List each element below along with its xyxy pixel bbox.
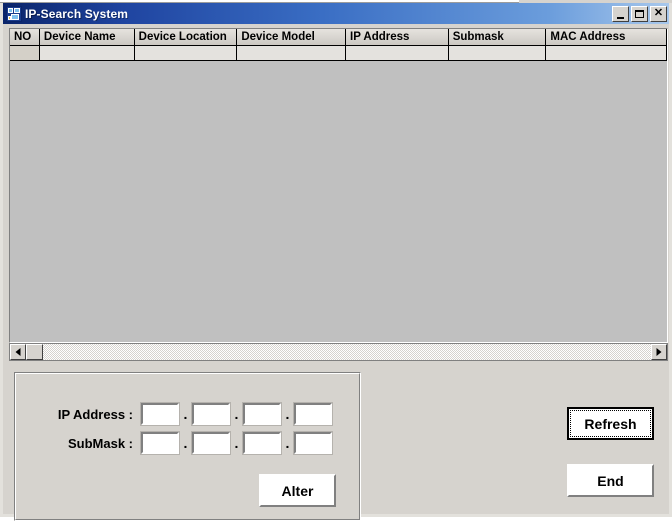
table-cell-device-location[interactable] <box>134 46 238 60</box>
end-button[interactable]: End <box>567 464 654 497</box>
submask-octet-3[interactable] <box>242 431 282 455</box>
submask-separator-1: . <box>183 435 188 451</box>
table-cell-device-name[interactable] <box>39 46 135 60</box>
table-header-cell-device-model[interactable]: Device Model <box>237 29 346 45</box>
window-title: IP-Search System <box>25 6 128 21</box>
submask-octet-2[interactable] <box>191 431 231 455</box>
table-cell-ip-address[interactable] <box>345 46 449 60</box>
ip-separator-2: . <box>234 406 239 422</box>
device-table[interactable]: NO Device Name Device Location Device Model… <box>9 28 668 343</box>
table-empty-area <box>10 61 667 325</box>
client-area: NO Device Name Device Location Device Model… <box>3 24 669 521</box>
table-row[interactable] <box>10 46 667 61</box>
ip-separator-1: . <box>183 406 188 422</box>
table-header-cell-device-location[interactable]: Device Location <box>134 29 238 45</box>
title-bar[interactable]: IP-Search System ✕ <box>3 3 669 24</box>
alter-button[interactable]: Alter <box>259 474 336 507</box>
end-button-label: End <box>597 472 624 489</box>
network-app-icon[interactable] <box>6 5 22 22</box>
ip-address-row: IP Address : . . . <box>33 402 333 426</box>
alter-button-label: Alter <box>281 482 314 499</box>
refresh-button[interactable]: Refresh <box>567 407 654 440</box>
table-cell-device-model[interactable] <box>237 46 346 60</box>
scroll-right-arrow-icon[interactable] <box>651 344 667 360</box>
refresh-button-label: Refresh <box>584 415 637 432</box>
application-window: IP-Search System ✕ NO Device Name Device L… <box>0 3 672 521</box>
table-header-cell-submask[interactable]: Submask <box>448 29 547 45</box>
table-cell-submask[interactable] <box>448 46 547 60</box>
table-header-cell-mac-address[interactable]: MAC Address <box>546 29 667 45</box>
ip-octet-2[interactable] <box>191 402 231 426</box>
table-header-row: NO Device Name Device Location Device Model… <box>10 29 667 46</box>
submask-row: SubMask : . . . <box>33 431 333 455</box>
ip-separator-3: . <box>285 406 290 422</box>
ip-octet-1[interactable] <box>140 402 180 426</box>
scroll-left-arrow-icon[interactable] <box>10 344 26 360</box>
submask-separator-2: . <box>234 435 239 451</box>
table-header-cell-ip-address[interactable]: IP Address <box>346 29 449 45</box>
horizontal-scrollbar[interactable] <box>9 343 668 361</box>
submask-octet-4[interactable] <box>293 431 333 455</box>
ip-octet-3[interactable] <box>242 402 282 426</box>
submask-octet-1[interactable] <box>140 431 180 455</box>
ip-address-label: IP Address : <box>57 406 133 422</box>
close-button[interactable]: ✕ <box>650 5 667 22</box>
maximize-button[interactable] <box>631 5 648 22</box>
table-cell-mac-address[interactable] <box>546 46 667 60</box>
submask-separator-3: . <box>285 435 290 451</box>
table-header-cell-device-name[interactable]: Device Name <box>39 29 135 45</box>
ip-octet-4[interactable] <box>293 402 333 426</box>
table-cell-no[interactable] <box>10 46 40 60</box>
submask-label: SubMask : <box>67 435 133 451</box>
close-icon: ✕ <box>653 7 664 19</box>
scrollbar-thumb[interactable] <box>26 344 43 360</box>
scrollbar-track[interactable] <box>43 344 651 360</box>
minimize-button[interactable] <box>612 5 629 22</box>
table-header-cell-no[interactable]: NO <box>10 29 40 45</box>
